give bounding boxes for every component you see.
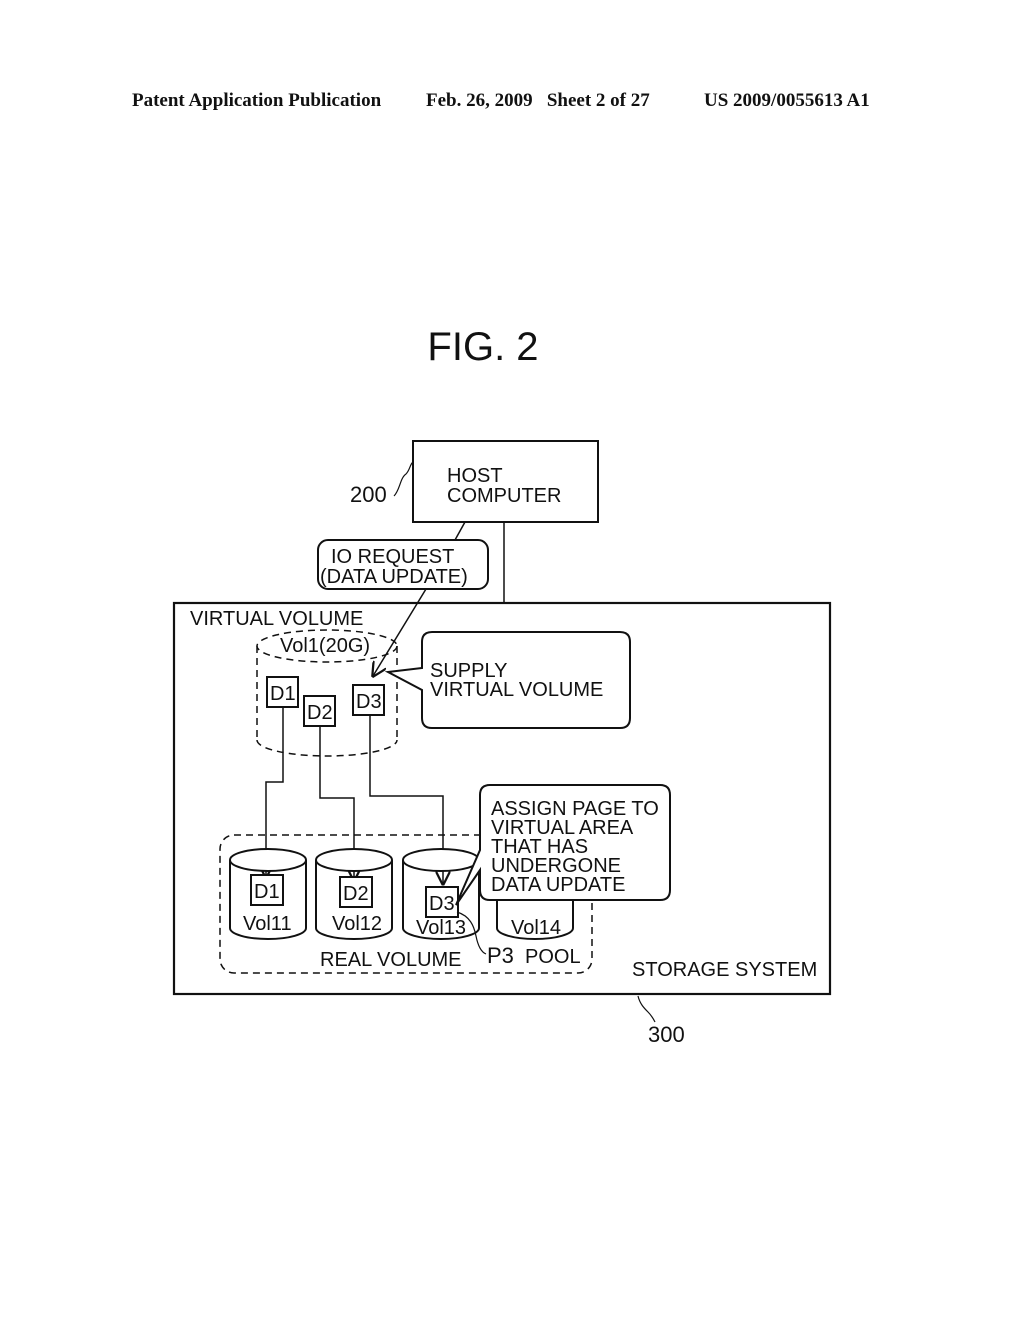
vol13-label: Vol13 bbox=[416, 917, 466, 939]
real-block-d3-label: D3 bbox=[429, 893, 455, 915]
virtual-volume-label: VIRTUAL VOLUME bbox=[190, 608, 363, 630]
host-label-line2: COMPUTER bbox=[447, 485, 561, 507]
figure-diagram: FIG. 2 HOST COMPUTER 200 IO REQUEST (DAT… bbox=[172, 325, 832, 1047]
storage-system-label: STORAGE SYSTEM bbox=[632, 959, 817, 981]
io-request-line1: IO REQUEST bbox=[331, 546, 454, 568]
virtual-block-d3-label: D3 bbox=[356, 691, 382, 713]
real-volume-label: REAL VOLUME bbox=[320, 949, 462, 971]
real-block-d2-label: D2 bbox=[343, 883, 369, 905]
pool-label: POOL bbox=[525, 946, 581, 968]
host-ref-leader bbox=[393, 461, 414, 497]
storage-ref-number: 300 bbox=[648, 1022, 685, 1047]
page-p3-label: P3 bbox=[487, 943, 514, 968]
host-label-line1: HOST bbox=[447, 465, 503, 487]
storage-ref-leader bbox=[637, 995, 656, 1023]
io-request-leader bbox=[454, 521, 466, 541]
host-computer-box bbox=[412, 440, 599, 523]
vol14-label: Vol14 bbox=[511, 917, 561, 939]
virtual-block-d2-label: D2 bbox=[307, 702, 333, 724]
assign-callout-line5: DATA UPDATE bbox=[491, 874, 625, 896]
supply-callout-line2: VIRTUAL VOLUME bbox=[430, 679, 603, 701]
io-request-line2: (DATA UPDATE) bbox=[320, 566, 468, 588]
virtual-block-d1-label: D1 bbox=[270, 683, 296, 705]
real-block-d1-label: D1 bbox=[254, 881, 280, 903]
vol12-label: Vol12 bbox=[332, 913, 382, 935]
vol11-label: Vol11 bbox=[243, 913, 292, 935]
host-ref-number: 200 bbox=[350, 482, 387, 507]
virtual-volume-name: Vol1(20G) bbox=[280, 635, 370, 657]
figure-title: FIG. 2 bbox=[427, 325, 538, 369]
